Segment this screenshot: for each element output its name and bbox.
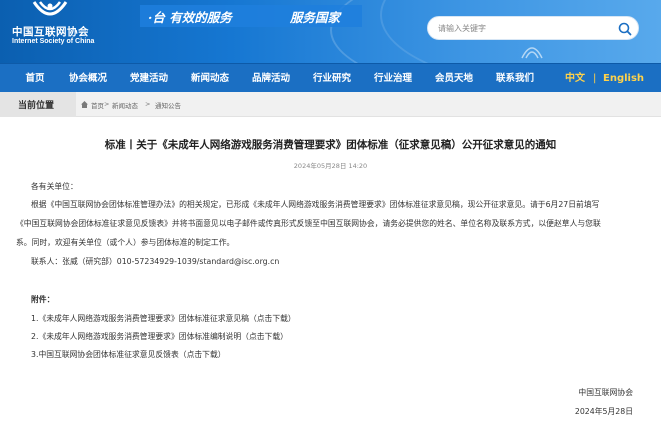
signature-date: 2024年5月28日 (574, 407, 633, 416)
attachment-link[interactable]: 3.中国互联网协会团体标准征求意见反馈表（点击下载） (31, 349, 226, 360)
search-box (427, 16, 639, 40)
search-input[interactable] (438, 20, 608, 37)
lang-english[interactable]: English (603, 64, 644, 93)
article-body-line: 《中国互联网协会团体标准征求意见反馈表》并将书面意见以电子邮件或传真形式反馈至中… (16, 219, 601, 228)
nav-item-members[interactable]: 会员天地 (429, 64, 479, 93)
nav-item-governance[interactable]: 行业治理 (368, 64, 418, 93)
article-salutation: 各有关单位： (31, 182, 78, 191)
slogan-right: 服务国家 (290, 10, 341, 25)
nav-item-party[interactable]: 党建活动 (124, 64, 174, 93)
nav-item-about[interactable]: 协会概况 (63, 64, 113, 93)
breadcrumb-separator: > (104, 100, 110, 108)
attachments-label: 附件： (31, 295, 55, 304)
home-icon[interactable] (80, 100, 89, 109)
breadcrumb-title-text: 当前位置 (18, 101, 55, 111)
network-icon (521, 47, 543, 59)
logo-chinese-name[interactable]: 中国互联网协会 (12, 24, 89, 39)
breadcrumb: 当前位置 首页 > 新闻动态 > 通知公告 (0, 92, 661, 117)
breadcrumb-title: 当前位置 (0, 92, 76, 117)
article-date: 2024年05月28日 14:20 (293, 162, 368, 170)
main-nav: 首页 协会概况 党建活动 新闻动态 品牌活动 行业研究 行业治理 会员天地 联系… (0, 63, 661, 92)
breadcrumb-home[interactable]: 首页 (91, 100, 104, 110)
search-icon[interactable] (616, 20, 634, 38)
nav-item-news[interactable]: 新闻动态 (185, 64, 235, 93)
article-title: 标准丨关于《未成年人网络游戏服务消费管理要求》团体标准（征求意见稿）公开征求意见… (104, 139, 557, 151)
attachment-link[interactable]: 2.《未成年人网络游戏服务消费管理要求》团体标准编制说明（点击下载） (31, 331, 288, 342)
nav-item-brand[interactable]: 品牌活动 (246, 64, 296, 93)
slogan-left: ·台 有效的服务 (148, 10, 232, 25)
breadcrumb-notice[interactable]: 通知公告 (155, 100, 181, 110)
article-contact: 联系人：张威（研究部）010-57234929-1039/standard@is… (31, 257, 280, 266)
isc-logo-icon[interactable] (30, 0, 70, 22)
breadcrumb-news[interactable]: 新闻动态 (112, 100, 138, 110)
breadcrumb-separator: > (145, 100, 151, 108)
nav-item-contact[interactable]: 联系我们 (490, 64, 540, 93)
lang-chinese[interactable]: 中文 (565, 64, 585, 93)
signature-organization: 中国互联网协会 (578, 388, 633, 397)
article-body-line: 系。同时，欢迎有关单位（或个人）参与团体标准的制定工作。 (16, 238, 235, 247)
article-body-line: 根据《中国互联网协会团体标准管理办法》的相关规定，已形成《未成年人网络游戏服务消… (31, 200, 600, 209)
header-banner: 中国互联网协会 Internet Society of China ·台 有效的… (0, 0, 661, 63)
logo-english-name[interactable]: Internet Society of China (12, 38, 94, 45)
nav-item-research[interactable]: 行业研究 (307, 64, 357, 93)
nav-item-home[interactable]: 首页 (14, 64, 56, 93)
lang-separator: | (593, 73, 597, 84)
attachment-link[interactable]: 1.《未成年人网络游戏服务消费管理要求》团体标准征求意见稿（点击下载） (31, 313, 296, 324)
